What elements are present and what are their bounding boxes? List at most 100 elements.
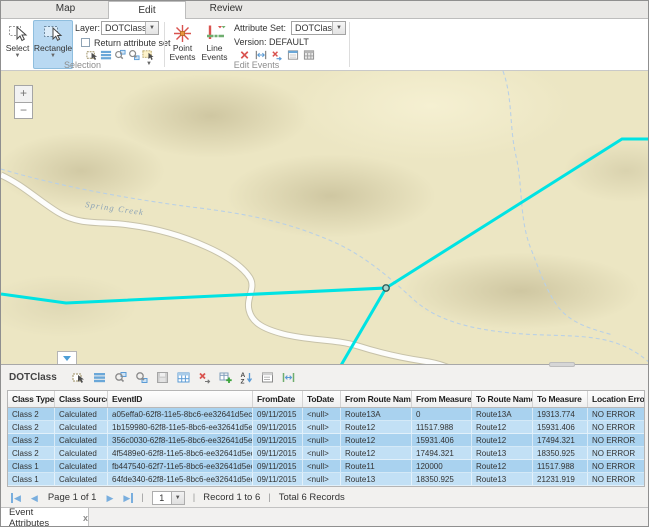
table-cell: Route12 (341, 421, 412, 434)
table-cell: 17494.321 (533, 434, 588, 447)
panel-tab-bar: Event Attributes x (1, 507, 649, 527)
tab-edit[interactable]: Edit (108, 1, 186, 19)
table-cell: Route12 (341, 434, 412, 447)
map-view[interactable]: Spring Creek + − (1, 71, 649, 365)
table-cell: <null> (303, 447, 341, 460)
chevron-down-icon[interactable]: ▼ (145, 22, 158, 34)
table-cell: a05effa0-62f8-11e5-8bc6-ee32641d5ec9 (108, 408, 253, 421)
table-cell: 09/11/2015 (253, 447, 303, 460)
column-header-to-measure[interactable]: To Measure (533, 391, 588, 407)
panel-collapse-button[interactable] (57, 351, 77, 364)
table-cell: Calculated (55, 421, 108, 434)
split-event-icon[interactable] (281, 370, 296, 385)
table-body: Class 2Calculateda05effa0-62f8-11e5-8bc6… (8, 408, 644, 486)
pan-to-selection-icon[interactable] (134, 370, 149, 385)
previous-page-icon[interactable]: ◀ (31, 493, 38, 503)
table-cell: Route12 (472, 460, 533, 473)
table-row[interactable]: Class 2Calculated1b159980-62f8-11e5-8bc6… (8, 421, 644, 434)
sort-icon[interactable]: AZ (239, 370, 254, 385)
column-header-from-measure[interactable]: From Measure (412, 391, 472, 407)
table-cell: <null> (303, 473, 341, 486)
add-records-icon[interactable] (218, 370, 233, 385)
table-cell: Calculated (55, 473, 108, 486)
zoom-to-selection-icon[interactable] (113, 370, 128, 385)
edit-events-group-label: Edit Events (164, 60, 349, 70)
attribute-set-label: Attribute Set: (234, 23, 286, 33)
last-page-icon[interactable]: ▶ (123, 493, 133, 503)
map-features-layer: Spring Creek (1, 71, 649, 365)
zoom-out-button[interactable]: − (14, 102, 33, 119)
table-cell: Route13A (472, 408, 533, 421)
road-casing (1, 175, 459, 365)
event-attributes-panel: DOTClass (1, 365, 649, 527)
column-header-class-type[interactable]: Class Type (8, 391, 55, 407)
table-cell: NO ERROR (588, 434, 644, 447)
chevron-down-icon: ▼ (15, 53, 21, 60)
road-line (1, 175, 459, 365)
table-cell: 09/11/2015 (253, 421, 303, 434)
page-label: Page 1 of 1 (48, 492, 97, 503)
table-row[interactable]: Class 1Calculated64fde340-62f8-11e5-8bc6… (8, 473, 644, 486)
zoom-in-button[interactable]: + (14, 85, 33, 102)
page-number-input[interactable]: 1 (152, 491, 172, 505)
layer-dropdown-value: DOTClass (102, 23, 145, 33)
tab-event-attributes-label: Event Attributes (9, 507, 74, 527)
selected-route-line (1, 288, 386, 303)
column-header-fromdate[interactable]: FromDate (253, 391, 303, 407)
tab-event-attributes[interactable]: Event Attributes x (1, 508, 89, 527)
attribute-window-icon[interactable] (260, 370, 275, 385)
pager-separator: | (193, 492, 195, 503)
table-cell: <null> (303, 408, 341, 421)
column-header-todate[interactable]: ToDate (303, 391, 341, 407)
open-table-icon[interactable] (176, 370, 191, 385)
table-cell: NO ERROR (588, 473, 644, 486)
tab-map[interactable]: Map (23, 1, 108, 18)
table-row[interactable]: Class 2Calculated4f5489e0-62f8-11e5-8bc6… (8, 447, 644, 460)
return-attribute-set-label: Return attribute set (94, 38, 171, 48)
table-cell: Calculated (55, 447, 108, 460)
table-cell: NO ERROR (588, 460, 644, 473)
tab-review[interactable]: Review (186, 1, 266, 18)
table-cell: 11517.988 (533, 460, 588, 473)
select-features-icon[interactable] (71, 370, 86, 385)
first-page-icon[interactable]: ◀ (11, 493, 21, 503)
chevron-down-icon (63, 356, 71, 361)
table-cell: 356c0030-62f8-11e5-8bc6-ee32641d5ec9 (108, 434, 253, 447)
table-row[interactable]: Class 1Calculatedfb447540-62f7-11e5-8bc6… (8, 460, 644, 473)
table-cell: Route12 (341, 447, 412, 460)
column-header-from-route-name[interactable]: From Route Name (341, 391, 412, 407)
table-cell: Route12 (472, 434, 533, 447)
attribute-set-dropdown[interactable]: DOTClass ▼ (291, 21, 346, 35)
table-cell: <null> (303, 421, 341, 434)
table-cell: <null> (303, 460, 341, 473)
ribbon: Select ▼ Rectangle ▼ Layer: DOTClass ▼ R… (1, 19, 648, 71)
table-cell: Class 2 (8, 408, 55, 421)
return-attribute-set-checkbox[interactable] (81, 38, 90, 47)
layer-label: Layer: (75, 23, 100, 33)
table-cell: Class 2 (8, 421, 55, 434)
show-selected-records-icon[interactable] (92, 370, 107, 385)
column-header-eventid[interactable]: EventID (108, 391, 253, 407)
table-cell: Calculated (55, 460, 108, 473)
close-icon[interactable]: x (83, 513, 88, 523)
next-page-icon[interactable]: ▶ (106, 493, 113, 503)
table-row[interactable]: Class 2Calculated356c0030-62f8-11e5-8bc6… (8, 434, 644, 447)
remove-from-selection-icon[interactable] (197, 370, 212, 385)
column-header-to-route-name[interactable]: To Route Name (472, 391, 533, 407)
layer-dropdown[interactable]: DOTClass ▼ (101, 21, 159, 35)
table-header-row: Class TypeClass SourceEventIDFromDateToD… (8, 391, 644, 408)
chevron-down-icon[interactable]: ▼ (172, 491, 185, 505)
column-header-class-source[interactable]: Class Source (55, 391, 108, 407)
table-cell: 64fde340-62f8-11e5-8bc6-ee32641d5ec9 (108, 473, 253, 486)
splitter-handle[interactable] (549, 362, 575, 367)
table-cell: 120000 (412, 460, 472, 473)
table-cell: 4f5489e0-62f8-11e5-8bc6-ee32641d5ec9 (108, 447, 253, 460)
table-row[interactable]: Class 2Calculateda05effa0-62f8-11e5-8bc6… (8, 408, 644, 421)
chevron-down-icon[interactable]: ▼ (332, 22, 345, 34)
rectangle-button-label: Rectangle (34, 44, 72, 53)
save-icon[interactable] (155, 370, 170, 385)
column-header-location-error[interactable]: Location Error (588, 391, 644, 407)
table-cell: Route13A (341, 408, 412, 421)
table-cell: Route13 (472, 447, 533, 460)
rectangle-select-icon (43, 22, 63, 44)
